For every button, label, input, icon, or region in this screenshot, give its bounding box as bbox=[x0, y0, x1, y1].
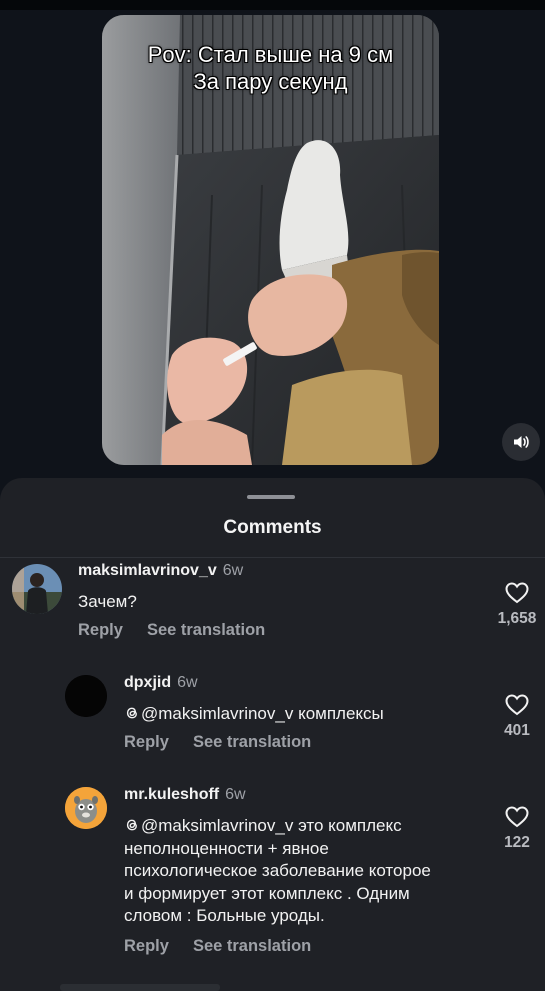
comments-title: Comments bbox=[223, 517, 322, 538]
comment-text: @maksimlavrinov_v это комплекс неполноце… bbox=[124, 815, 474, 928]
threads-icon bbox=[126, 707, 137, 719]
comment-text-line: психологическое заболевание которое bbox=[124, 861, 431, 880]
user-photo bbox=[65, 675, 107, 717]
status-bar-strip bbox=[0, 0, 545, 10]
comment-actions: Reply See translation bbox=[78, 621, 289, 640]
heart-icon bbox=[505, 694, 529, 716]
avatar[interactable] bbox=[12, 564, 62, 614]
see-translation-button[interactable]: See translation bbox=[193, 937, 311, 955]
comment-username[interactable]: dpxjid 6w bbox=[124, 674, 198, 692]
comment-body: это комплекс bbox=[293, 816, 402, 835]
like-button[interactable]: 1,658 bbox=[492, 582, 542, 628]
comment-text: @maksimlavrinov_v комплексы bbox=[124, 703, 384, 726]
sheet-divider bbox=[0, 557, 545, 558]
comments-sheet: Comments maksimlavrinov_v 6w Зачем? Reply… bbox=[0, 478, 545, 991]
video-player[interactable]: Pov: Стал выше на 9 см За пару секунд bbox=[102, 15, 439, 465]
speaker-icon bbox=[514, 436, 529, 448]
comment-timestamp: 6w bbox=[222, 562, 244, 579]
comment-text-line: @maksimlavrinov_v это комплекс bbox=[124, 815, 474, 838]
sound-toggle-button[interactable] bbox=[502, 423, 540, 461]
comment-body: комплексы bbox=[293, 704, 384, 723]
comment-actions: Reply See translation bbox=[124, 733, 335, 752]
see-translation-button[interactable]: See translation bbox=[193, 733, 311, 751]
comment-item: dpxjid 6w @maksimlavrinov_v комплексы Rep… bbox=[0, 672, 545, 782]
mention-link[interactable]: @maksimlavrinov_v bbox=[124, 816, 293, 835]
like-count: 401 bbox=[504, 722, 530, 739]
comment-text: Зачем? bbox=[78, 592, 137, 611]
reply-button[interactable]: Reply bbox=[124, 937, 169, 955]
heart-icon bbox=[505, 806, 529, 828]
see-translation-button[interactable]: See translation bbox=[147, 621, 265, 639]
heart-icon bbox=[505, 582, 529, 604]
username-text[interactable]: mr.kuleshoff bbox=[124, 786, 219, 803]
avatar[interactable] bbox=[65, 787, 107, 829]
comment-item: mr.kuleshoff 6w @maksimlavrinov_v это ком… bbox=[0, 784, 545, 984]
comment-item: maksimlavrinov_v 6w Зачем? Reply See trans… bbox=[0, 560, 545, 670]
mention-link[interactable]: @maksimlavrinov_v bbox=[124, 704, 293, 723]
comment-timestamp: 6w bbox=[225, 786, 246, 803]
comment-actions: Reply See translation bbox=[124, 937, 335, 956]
like-button[interactable]: 122 bbox=[492, 806, 542, 852]
comment-username[interactable]: maksimlavrinov_v 6w bbox=[78, 562, 243, 580]
threads-icon bbox=[126, 819, 137, 831]
user-photo bbox=[12, 564, 62, 614]
mention-text[interactable]: @maksimlavrinov_v bbox=[141, 816, 293, 835]
comment-text-line: неполноценности + явное bbox=[124, 838, 329, 858]
mention-text[interactable]: @maksimlavrinov_v bbox=[141, 704, 293, 723]
user-photo bbox=[65, 787, 107, 829]
like-button[interactable]: 401 bbox=[492, 694, 542, 740]
comment-username[interactable]: mr.kuleshoff 6w bbox=[124, 786, 246, 804]
reply-button[interactable]: Reply bbox=[124, 733, 169, 751]
username-text[interactable]: dpxjid bbox=[124, 674, 171, 691]
like-count: 1,658 bbox=[497, 610, 537, 627]
username-text[interactable]: maksimlavrinov_v bbox=[78, 562, 217, 579]
like-count: 122 bbox=[504, 834, 530, 851]
next-comment-peek bbox=[60, 984, 220, 991]
comment-timestamp: 6w bbox=[177, 674, 198, 691]
avatar[interactable] bbox=[65, 675, 107, 717]
comment-text-line: словом : Больные уроды. bbox=[124, 906, 325, 925]
video-caption-line2: За пару секунд bbox=[193, 69, 348, 94]
video-caption: Pov: Стал выше на 9 см За пару секунд bbox=[102, 41, 439, 95]
sheet-drag-handle[interactable] bbox=[247, 495, 295, 499]
video-caption-line1: Pov: Стал выше на 9 см bbox=[147, 42, 394, 67]
reply-button[interactable]: Reply bbox=[78, 621, 123, 639]
comment-text-line: и формирует этот комплекс . Одним bbox=[124, 883, 410, 903]
